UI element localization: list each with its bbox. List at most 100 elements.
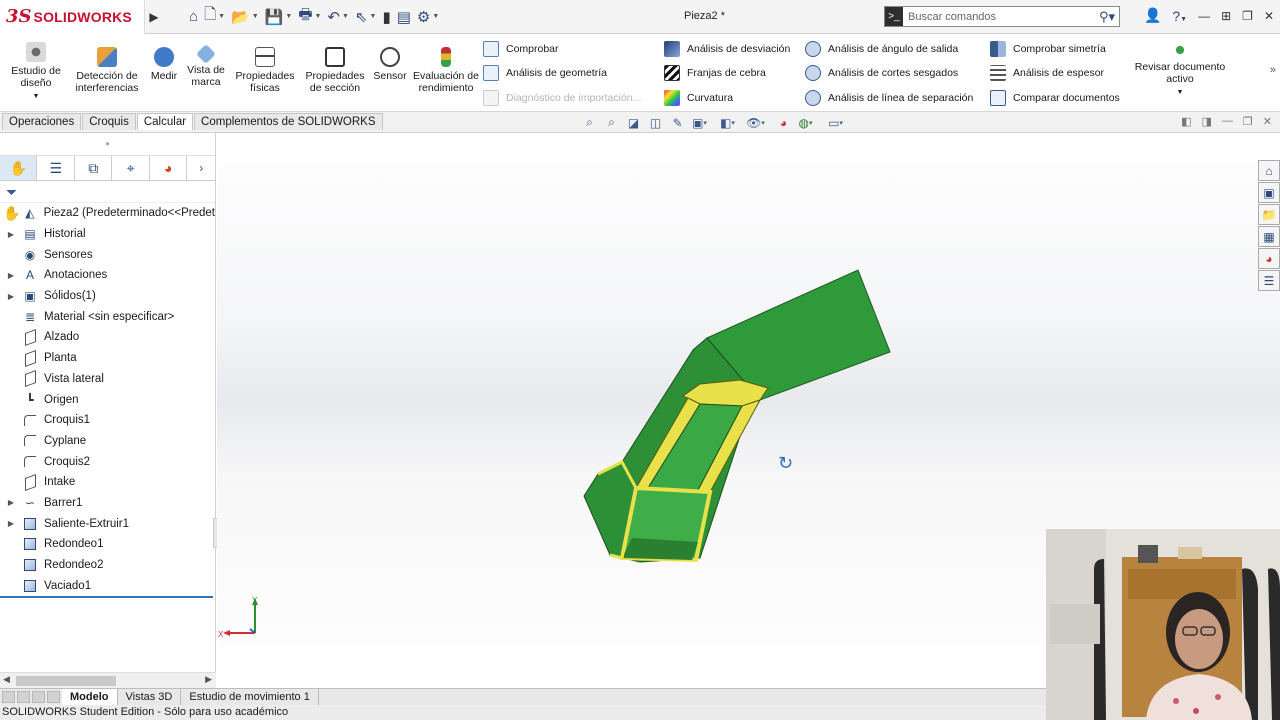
- tab-croquis[interactable]: Croquis: [82, 113, 136, 130]
- panel-grip-icon[interactable]: ●: [0, 133, 215, 155]
- zoom-to-area-icon[interactable]: ⌕: [602, 114, 621, 131]
- user-account-icon[interactable]: 👤: [1144, 7, 1161, 24]
- design-library-icon[interactable]: ▣: [1258, 182, 1280, 203]
- select-cursor-icon[interactable]: ⇖ ▼: [353, 5, 379, 29]
- tree-item-croquis2[interactable]: Croquis2: [0, 451, 215, 472]
- expand-arrow-icon[interactable]: ▶: [6, 498, 16, 507]
- home-icon[interactable]: ⌂: [187, 5, 200, 29]
- expand-arrow-icon[interactable]: ▶: [6, 271, 16, 280]
- search-commands-field[interactable]: >_ Buscar comandos ⚲▾: [884, 6, 1120, 27]
- doc-tile-left-icon[interactable]: ◧: [1181, 115, 1191, 128]
- scroll-right-icon[interactable]: ▶: [205, 674, 212, 685]
- parting-line-analysis-button[interactable]: Análisis de línea de separación: [805, 90, 973, 106]
- search-icon[interactable]: ⚲▾: [1099, 9, 1119, 25]
- ribbon-more-chevron-icon[interactable]: »: [1270, 64, 1276, 76]
- edit-appearance-icon[interactable]: ◕: [774, 114, 793, 131]
- tab-calcular[interactable]: Calcular: [136, 113, 194, 130]
- undo-icon[interactable]: ↶ ▼: [325, 5, 351, 29]
- tree-filter-icon[interactable]: ⏷: [0, 181, 215, 203]
- tree-item-vista-lateral[interactable]: Vista lateral: [0, 369, 215, 390]
- appearances-scenes-icon[interactable]: ◕: [1258, 248, 1280, 269]
- curvature-button[interactable]: Curvatura: [664, 90, 733, 106]
- check-button[interactable]: Comprobar: [483, 41, 559, 57]
- zebra-stripes-button[interactable]: Franjas de cebra: [664, 65, 766, 81]
- sensor-button[interactable]: Sensor: [370, 47, 410, 82]
- scroll-thumb[interactable]: [16, 676, 116, 686]
- interference-detection-button[interactable]: Detección de interferencias: [70, 47, 144, 94]
- last-tab-icon[interactable]: [47, 691, 60, 703]
- doc-minimize-button[interactable]: —: [1222, 115, 1233, 128]
- next-tab-icon[interactable]: [32, 691, 45, 703]
- dimxpert-tab-icon[interactable]: ⌖: [112, 156, 150, 180]
- previous-view-icon[interactable]: ◪: [624, 114, 643, 131]
- draft-analysis-button[interactable]: Análisis de ángulo de salida: [805, 41, 958, 57]
- solidworks-resources-home-icon[interactable]: ⌂: [1258, 160, 1280, 181]
- tree-item-alzado[interactable]: Alzado: [0, 327, 215, 348]
- hide-show-items-icon[interactable]: 👁 ▾: [746, 114, 765, 131]
- tab-operaciones[interactable]: Operaciones: [2, 113, 82, 130]
- print-icon[interactable]: 🖶 ▼: [296, 5, 323, 29]
- tree-item-origen[interactable]: ┗ Origen: [0, 389, 215, 410]
- view-palette-icon[interactable]: ▦: [1258, 226, 1280, 247]
- tab-modelo[interactable]: Modelo: [62, 689, 118, 705]
- import-diagnostics-button[interactable]: Diagnóstico de importación...: [483, 90, 641, 106]
- tab-complementos[interactable]: Complementos de SOLIDWORKS: [194, 113, 383, 130]
- tree-item-part[interactable]: ✋ ◭ Pieza2 (Predeterminado<<Predet: [0, 203, 215, 224]
- view-settings-icon[interactable]: ▭ ▾: [826, 114, 845, 131]
- thickness-analysis-button[interactable]: Análisis de espesor: [990, 65, 1104, 81]
- tree-item-vaciado1[interactable]: Vaciado1: [0, 575, 215, 596]
- tree-item-intake[interactable]: Intake: [0, 472, 215, 493]
- geometry-analysis-button[interactable]: Análisis de geometría: [483, 65, 607, 81]
- file-properties-icon[interactable]: ▤: [395, 5, 413, 29]
- new-document-icon[interactable]: 🗋 ▼: [202, 5, 227, 29]
- view-orientation-icon[interactable]: ▣ ▾: [690, 114, 709, 131]
- scroll-left-icon[interactable]: ◀: [3, 674, 10, 685]
- tree-item-cyplane[interactable]: Cyplane: [0, 431, 215, 452]
- apply-scene-icon[interactable]: ◍ ▾: [796, 114, 815, 131]
- markup-view-button[interactable]: Vista de marca: [184, 44, 228, 88]
- tree-item-barrer1[interactable]: ▶ ∽ Barrer1: [0, 493, 215, 514]
- options-gear-icon[interactable]: ⚙ ▼: [415, 5, 441, 29]
- tree-item-sensores[interactable]: ◉ Sensores: [0, 244, 215, 265]
- expand-arrow-icon[interactable]: ▶: [6, 519, 16, 528]
- tile-windows-icon[interactable]: ⊞: [1221, 9, 1231, 23]
- compare-documents-button[interactable]: Comparar documentos: [990, 90, 1120, 106]
- restore-window-button[interactable]: ❐: [1242, 9, 1253, 23]
- tree-horizontal-scrollbar[interactable]: ◀ ▶: [0, 672, 216, 688]
- close-window-button[interactable]: ✕: [1264, 9, 1274, 23]
- tree-item-croquis1[interactable]: Croquis1: [0, 410, 215, 431]
- rollback-bar[interactable]: [0, 596, 213, 598]
- dynamic-annotation-icon[interactable]: ✎: [668, 114, 687, 131]
- section-view-icon[interactable]: ◫: [646, 114, 665, 131]
- doc-restore-button[interactable]: ❐: [1243, 115, 1253, 128]
- doc-tile-right-icon[interactable]: ◨: [1202, 115, 1212, 128]
- prev-tab-icon[interactable]: [17, 691, 30, 703]
- configurationmanager-tab-icon[interactable]: ⧉: [75, 156, 113, 180]
- design-study-button[interactable]: Estudio de diseño ▼: [6, 42, 66, 103]
- propertymanager-tab-icon[interactable]: ☰: [37, 156, 75, 180]
- displaymanager-tab-icon[interactable]: ◕: [150, 156, 188, 180]
- undercut-analysis-button[interactable]: Análisis de cortes sesgados: [805, 65, 958, 81]
- expand-arrow-icon[interactable]: ▶: [6, 292, 16, 301]
- manager-tabs-more-icon[interactable]: ›: [187, 156, 215, 180]
- tree-item-saliente-extruir1[interactable]: ▶ Saliente-Extruir1: [0, 513, 215, 534]
- tab-vistas-3d[interactable]: Vistas 3D: [118, 689, 182, 705]
- save-icon[interactable]: 💾 ▼: [263, 5, 295, 29]
- file-explorer-folder-icon[interactable]: 📁: [1258, 204, 1280, 225]
- featuremanager-tab-icon[interactable]: ✋: [0, 156, 38, 180]
- tree-item-material[interactable]: ≣ Material <sin especificar>: [0, 306, 215, 327]
- section-properties-button[interactable]: Propiedades de sección: [302, 47, 368, 94]
- help-icon[interactable]: ?▼: [1172, 8, 1187, 24]
- tree-item-planta[interactable]: Planta: [0, 348, 215, 369]
- custom-properties-icon[interactable]: ☰: [1258, 270, 1280, 291]
- rotate-view-icon[interactable]: ↻: [778, 453, 793, 474]
- solidworks-logo[interactable]: 3S SOLIDWORKS: [0, 0, 145, 34]
- open-folder-icon[interactable]: 📂 ▼: [229, 5, 261, 29]
- tree-item-redondeo2[interactable]: Redondeo2: [0, 555, 215, 576]
- minimize-window-button[interactable]: —: [1198, 9, 1210, 23]
- tree-item-redondeo1[interactable]: Redondeo1: [0, 534, 215, 555]
- rebuild-traffic-light-icon[interactable]: ▮: [380, 5, 392, 29]
- mass-properties-button[interactable]: Propiedades físicas: [232, 47, 298, 94]
- tree-item-solidos[interactable]: ▶ ▣ Sólidos(1): [0, 286, 215, 307]
- measure-button[interactable]: Medir: [146, 47, 182, 82]
